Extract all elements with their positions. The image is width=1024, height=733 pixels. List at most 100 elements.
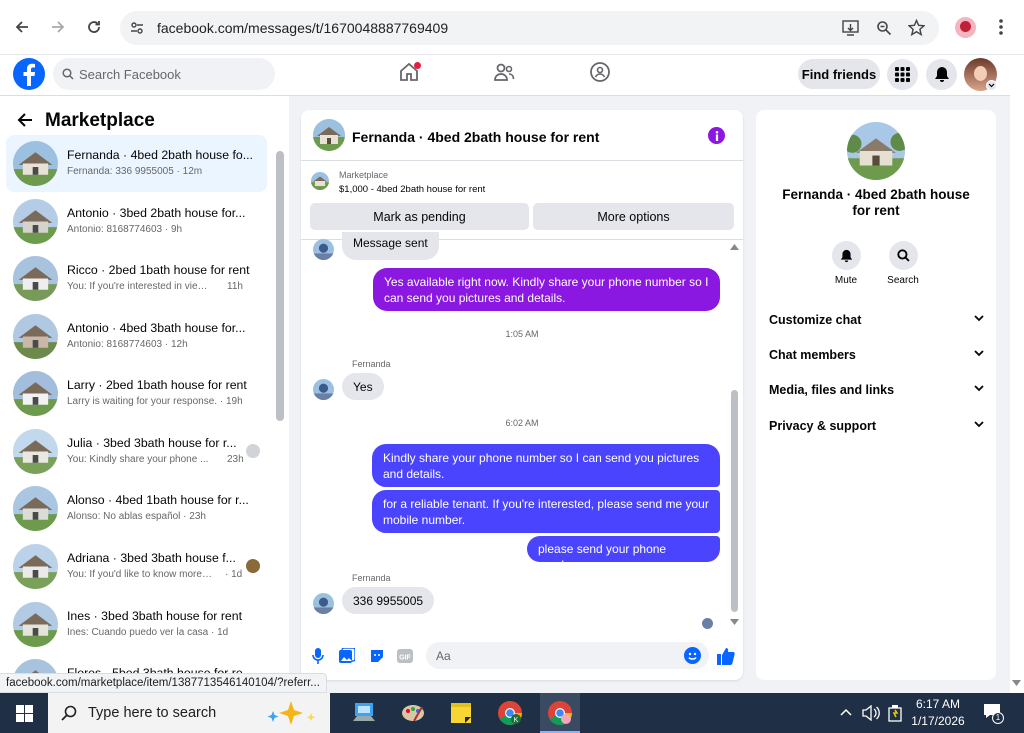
zoom-icon[interactable]: [876, 20, 892, 36]
conversation-avatar: [13, 486, 58, 531]
conversation-item[interactable]: Ricco · 2bed 1bath house for rent You: If…: [6, 250, 267, 307]
forward-button[interactable]: [44, 13, 72, 41]
sender-avatar[interactable]: [313, 593, 334, 614]
clock-time: 6:17 AM: [915, 697, 961, 711]
marketplace-title: Marketplace: [45, 110, 155, 131]
outgoing-message[interactable]: Yes available right now. Kindly share yo…: [373, 268, 720, 311]
outgoing-message[interactable]: for a reliable tenant. If you're interes…: [372, 490, 720, 533]
chat-avatar[interactable]: [313, 119, 345, 151]
customize-chat-section[interactable]: Customize chat: [769, 313, 984, 327]
taskbar-app-paint[interactable]: [397, 697, 429, 729]
chevron-up-icon[interactable]: [840, 708, 852, 716]
taskbar-clock[interactable]: 6:17 AM 1/17/2026: [910, 696, 966, 730]
sender-avatar[interactable]: [313, 239, 334, 260]
menu-button[interactable]: [887, 59, 918, 90]
notification-center-button[interactable]: 1: [983, 703, 1004, 724]
incoming-message[interactable]: 336 9955005: [342, 587, 435, 614]
taskbar-search-placeholder: Type here to search: [88, 705, 217, 721]
info-avatar[interactable]: [847, 122, 905, 180]
install-icon[interactable]: [842, 20, 859, 36]
chat-title[interactable]: Fernanda · 4bed 2bath house for rent: [352, 129, 599, 145]
more-options-button[interactable]: More options: [533, 203, 734, 230]
conversation-item[interactable]: Antonio · 3bed 2bath house for... Antonio…: [6, 193, 267, 250]
back-button[interactable]: [8, 13, 36, 41]
sparkle-icon[interactable]: [263, 699, 323, 727]
conversation-preview: You: Kindly share your phone ...: [67, 454, 209, 465]
incoming-message[interactable]: Yes: [342, 373, 384, 400]
notifications-button[interactable]: [926, 59, 957, 90]
back-arrow-icon[interactable]: [17, 112, 33, 128]
friends-tab[interactable]: [492, 60, 516, 84]
outgoing-message[interactable]: please send your phone number.: [527, 536, 720, 572]
facebook-logo-icon[interactable]: [13, 58, 45, 90]
conversation-item[interactable]: Julia · 3bed 3bath house for r... You: Ki…: [6, 423, 267, 480]
conversation-title: Larry · 2bed 1bath house for rent: [67, 378, 247, 392]
outgoing-message[interactable]: Kindly share your phone number so I can …: [372, 444, 720, 487]
account-chevron-icon[interactable]: [986, 80, 997, 91]
conversation-item[interactable]: Ines · 3bed 3bath house for rent Ines: Cu…: [6, 596, 267, 653]
media-files-section[interactable]: Media, files and links: [769, 383, 984, 397]
svg-text:GIF: GIF: [399, 655, 411, 662]
search-input[interactable]: Search Facebook: [53, 58, 275, 90]
url-text[interactable]: facebook.com/messages/t/1670048887769409: [157, 20, 448, 36]
conversation-item[interactable]: Antonio · 4bed 3bath house for... Antonio…: [6, 308, 267, 365]
conversation-list-pane: Marketplace Fernanda · 4bed 2bath house …: [0, 96, 289, 704]
like-icon[interactable]: [717, 647, 735, 665]
chat-pane: Fernanda · 4bed 2bath house for rent Mar…: [301, 110, 743, 680]
taskbar-app-desktop[interactable]: [348, 697, 380, 729]
grid-menu-icon: [895, 67, 910, 82]
sticker-icon[interactable]: [369, 648, 385, 664]
info-icon: [715, 130, 718, 141]
chat-members-section[interactable]: Chat members: [769, 348, 984, 362]
groups-tab[interactable]: [588, 60, 612, 84]
left-scrollbar[interactable]: [276, 151, 284, 421]
taskbar-app-sticky-notes[interactable]: [445, 697, 477, 729]
conversation-item[interactable]: Alonso · 4bed 1bath house for r... Alonso…: [6, 480, 267, 537]
bookmark-star-icon[interactable]: [908, 19, 925, 36]
scroll-up-icon[interactable]: [730, 244, 739, 250]
scroll-down-icon[interactable]: [730, 619, 739, 625]
emoji-icon[interactable]: [684, 647, 701, 664]
menu-dots-icon[interactable]: [999, 19, 1003, 35]
clock-date: 1/17/2026: [911, 714, 965, 728]
link-status-bar: facebook.com/marketplace/item/1387713546…: [0, 673, 327, 693]
taskbar-app-chrome-active[interactable]: [540, 693, 580, 733]
mark-as-pending-button[interactable]: Mark as pending: [310, 203, 529, 230]
conversation-item[interactable]: Fernanda · 4bed 2bath house fo... Fernand…: [6, 135, 267, 192]
start-button[interactable]: [8, 697, 40, 729]
search-in-chat-button[interactable]: [889, 241, 918, 270]
mute-button[interactable]: [832, 241, 861, 270]
page-scroll-down-icon[interactable]: [1012, 680, 1021, 686]
conversation-preview: Antonio: 8168774603 · 9h: [67, 224, 183, 235]
volume-icon[interactable]: [862, 705, 880, 721]
sender-avatar[interactable]: [313, 379, 334, 400]
conversation-title: Julia · 3bed 3bath house for r...: [67, 436, 237, 450]
taskbar-search-input[interactable]: Type here to search: [48, 693, 330, 733]
computer-icon: [353, 703, 375, 721]
info-button[interactable]: [708, 127, 725, 144]
listing-thumbnail[interactable]: [311, 172, 329, 190]
photo-icon[interactable]: [339, 648, 355, 664]
microphone-icon[interactable]: [312, 648, 324, 664]
conversation-item[interactable]: Adriana · 3bed 3bath house f... You: If y…: [6, 538, 267, 595]
chevron-down-icon: [974, 350, 984, 357]
find-friends-button[interactable]: Find friends: [798, 59, 880, 89]
paint-icon: [402, 705, 424, 722]
taskbar-app-chrome-profile[interactable]: K: [494, 697, 526, 729]
reload-button[interactable]: [80, 13, 108, 41]
address-bar[interactable]: facebook.com/messages/t/1670048887769409: [120, 11, 939, 45]
conversation-avatar: [13, 314, 58, 359]
chat-scrollbar[interactable]: [731, 390, 738, 612]
message-input[interactable]: Aa: [426, 642, 709, 669]
home-tab[interactable]: [397, 60, 421, 84]
profile-icon[interactable]: [955, 17, 976, 38]
privacy-support-section[interactable]: Privacy & support: [769, 419, 984, 433]
network-icon[interactable]: [887, 704, 903, 722]
facebook-header: Search Facebook Find friends: [0, 55, 1010, 96]
gif-icon[interactable]: GIF: [397, 648, 413, 664]
section-label: Chat members: [769, 348, 856, 362]
conversation-item[interactable]: Larry · 2bed 1bath house for rent Larry i…: [6, 365, 267, 422]
listing-title[interactable]: $1,000 - 4bed 2bath house for rent: [339, 184, 485, 195]
search-icon: [897, 249, 910, 262]
site-info-icon[interactable]: [130, 21, 144, 35]
